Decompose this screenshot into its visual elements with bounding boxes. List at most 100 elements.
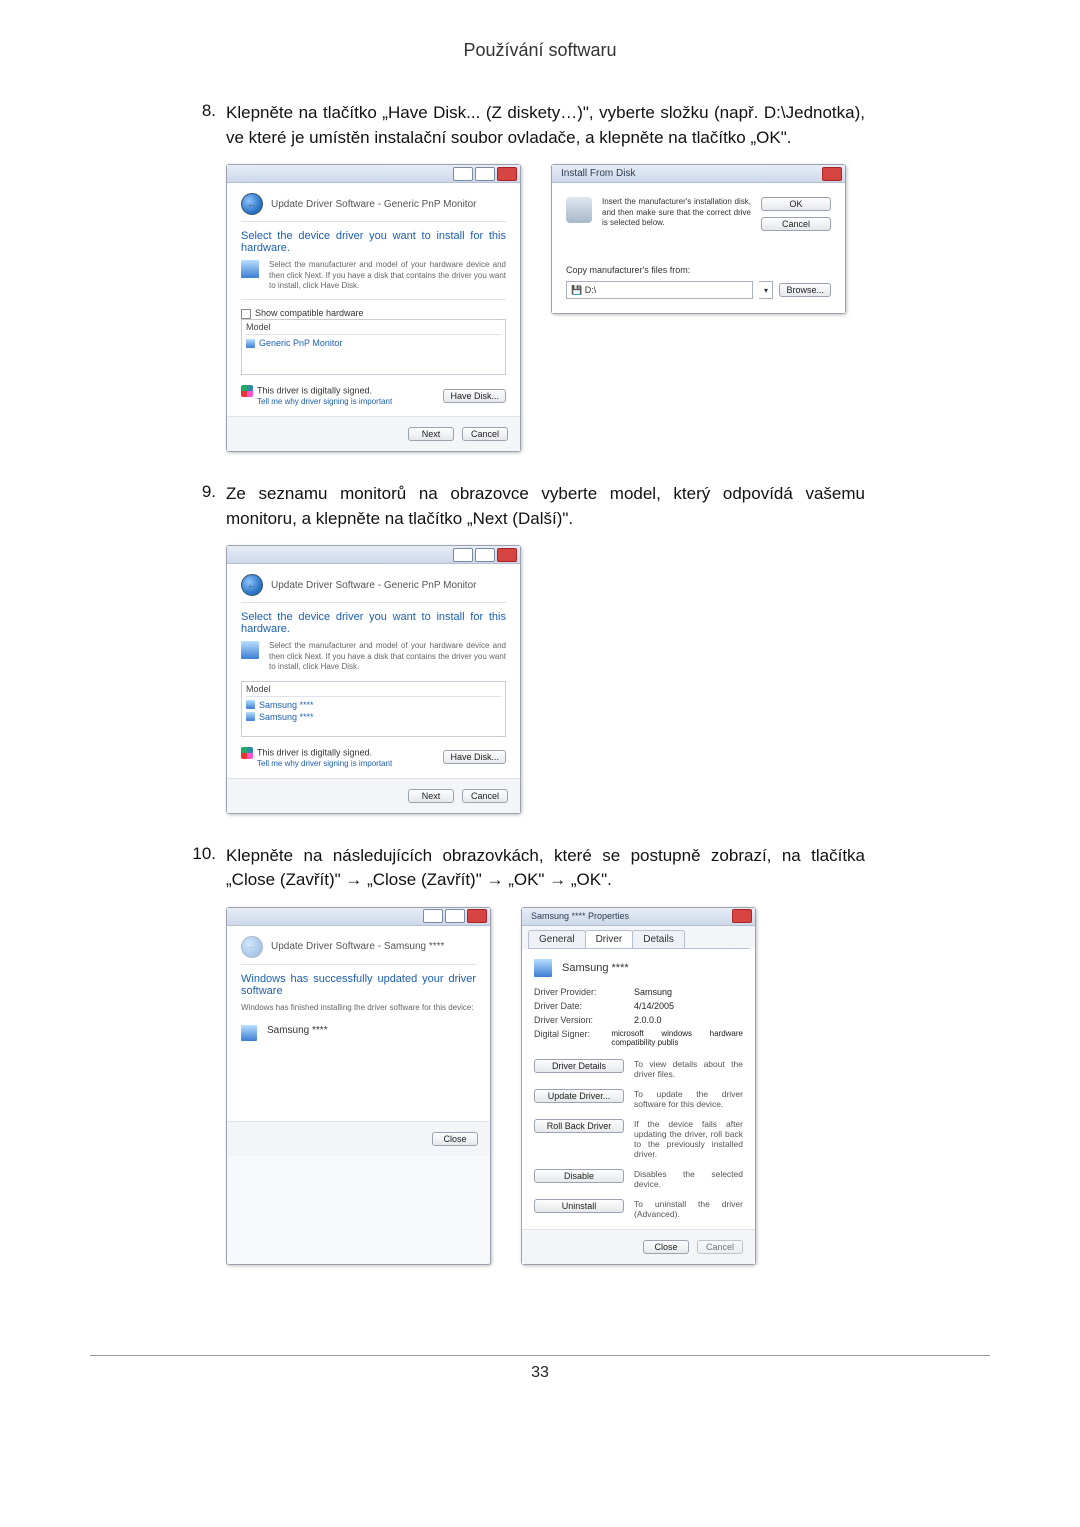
minimize-button[interactable] — [423, 909, 443, 923]
model-item-2[interactable]: Samsung **** — [246, 711, 501, 723]
have-disk-button[interactable]: Have Disk... — [443, 389, 506, 403]
section-title: Select the device driver you want to ins… — [241, 611, 506, 635]
device-name: Samsung **** — [562, 962, 629, 974]
signed-text: This driver is digitally signed. — [257, 385, 372, 395]
path-input[interactable]: 💾 D:\ — [566, 281, 753, 299]
shield-icon — [241, 747, 253, 759]
dialog-install-from-disk: Install From Disk Insert the manufacture… — [551, 164, 846, 314]
close-icon[interactable] — [732, 909, 752, 923]
v-signer: microsoft windows hardware compatibility… — [611, 1029, 743, 1047]
props-title: Samsung **** Properties — [525, 911, 629, 921]
model-header: Model — [246, 322, 501, 335]
k-signer: Digital Signer: — [534, 1029, 611, 1047]
tab-general[interactable]: General — [528, 930, 586, 948]
step-10-text: Klepněte na následujících obrazovkách, k… — [226, 844, 865, 893]
step-8-num: 8. — [190, 101, 226, 150]
driver-details-desc: To view details about the driver files. — [634, 1059, 743, 1079]
v-date: 4/14/2005 — [634, 1001, 674, 1011]
k-provider: Driver Provider: — [534, 987, 634, 997]
disk-icon — [566, 197, 592, 223]
copy-from-label: Copy manufacturer's files from: — [566, 265, 831, 275]
model-item-1[interactable]: Samsung **** — [246, 699, 501, 711]
step-10-num: 10. — [190, 844, 226, 893]
v-provider: Samsung — [634, 987, 672, 997]
step-9-text: Ze seznamu monitorů na obrazovce vyberte… — [226, 482, 865, 531]
done-text: Windows has finished installing the driv… — [241, 1003, 476, 1013]
show-compat-checkbox[interactable] — [241, 309, 251, 319]
tab-driver[interactable]: Driver — [585, 930, 634, 948]
minimize-button[interactable] — [453, 167, 473, 181]
tab-details[interactable]: Details — [632, 930, 685, 948]
driver-details-button[interactable]: Driver Details — [534, 1059, 624, 1073]
browse-button[interactable]: Browse... — [779, 283, 831, 297]
model-item[interactable]: Generic PnP Monitor — [246, 337, 501, 349]
help-text: Select the manufacturer and model of you… — [269, 260, 506, 291]
step-9-num: 9. — [190, 482, 226, 531]
uninstall-desc: To uninstall the driver (Advanced). — [634, 1199, 743, 1219]
step-8-text: Klepněte na tlačítko „Have Disk... (Z di… — [226, 101, 865, 150]
minimize-button[interactable] — [453, 548, 473, 562]
monitor-icon — [534, 959, 552, 977]
step-8: 8. Klepněte na tlačítko „Have Disk... (Z… — [190, 101, 865, 150]
v-version: 2.0.0.0 — [634, 1015, 662, 1025]
cancel-button[interactable]: Cancel — [697, 1240, 743, 1254]
back-icon: ← — [241, 936, 263, 958]
model-header: Model — [246, 684, 501, 697]
k-version: Driver Version: — [534, 1015, 634, 1025]
step-10: 10. Klepněte na následujících obrazovkác… — [190, 844, 865, 893]
why-signing-link[interactable]: Tell me why driver signing is important — [257, 759, 392, 768]
ifd-msg: Insert the manufacturer's installation d… — [602, 197, 751, 228]
device-name: Samsung **** — [267, 1025, 328, 1036]
back-icon[interactable]: ← — [241, 574, 263, 596]
dialog-device-properties: Samsung **** Properties General Driver D… — [521, 907, 756, 1265]
maximize-button[interactable] — [475, 167, 495, 181]
page-number: 33 — [90, 1355, 990, 1382]
cancel-button[interactable]: Cancel — [462, 789, 508, 803]
rollback-desc: If the device fails after updating the d… — [634, 1119, 743, 1159]
shield-icon — [241, 385, 253, 397]
dialog-path: Update Driver Software - Samsung **** — [271, 941, 444, 952]
cancel-button[interactable]: Cancel — [761, 217, 831, 231]
close-icon[interactable] — [467, 909, 487, 923]
close-icon[interactable] — [497, 548, 517, 562]
next-button[interactable]: Next — [408, 789, 454, 803]
ok-button[interactable]: OK — [761, 197, 831, 211]
have-disk-button[interactable]: Have Disk... — [443, 750, 506, 764]
monitor-icon — [241, 260, 259, 278]
page-title: Používání softwaru — [90, 40, 990, 61]
cancel-button[interactable]: Cancel — [462, 427, 508, 441]
disable-desc: Disables the selected device. — [634, 1169, 743, 1189]
close-icon[interactable] — [822, 167, 842, 181]
k-date: Driver Date: — [534, 1001, 634, 1011]
maximize-button[interactable] — [475, 548, 495, 562]
path-dropdown[interactable]: ▾ — [759, 281, 773, 299]
help-text: Select the manufacturer and model of you… — [269, 641, 506, 672]
section-title: Select the device driver you want to ins… — [241, 230, 506, 254]
dialog-select-driver: ← Update Driver Software - Generic PnP M… — [226, 164, 521, 452]
close-button[interactable]: Close — [643, 1240, 689, 1254]
model-listbox[interactable]: Model Generic PnP Monitor — [241, 319, 506, 375]
dialog-path: Update Driver Software - Generic PnP Mon… — [271, 199, 476, 210]
uninstall-button[interactable]: Uninstall — [534, 1199, 624, 1213]
monitor-icon — [241, 1025, 257, 1041]
close-icon[interactable] — [497, 167, 517, 181]
step-9: 9. Ze seznamu monitorů na obrazovce vybe… — [190, 482, 865, 531]
dialog-update-success: ← Update Driver Software - Samsung **** … — [226, 907, 491, 1265]
dialog-select-model: ← Update Driver Software - Generic PnP M… — [226, 545, 521, 813]
show-compat-label: Show compatible hardware — [255, 308, 364, 318]
back-icon[interactable]: ← — [241, 193, 263, 215]
model-listbox[interactable]: Model Samsung **** Samsung **** — [241, 681, 506, 737]
rollback-button[interactable]: Roll Back Driver — [534, 1119, 624, 1133]
next-button[interactable]: Next — [408, 427, 454, 441]
disable-button[interactable]: Disable — [534, 1169, 624, 1183]
monitor-icon — [241, 641, 259, 659]
close-button[interactable]: Close — [432, 1132, 478, 1146]
ifd-title: Install From Disk — [555, 168, 635, 179]
maximize-button[interactable] — [445, 909, 465, 923]
section-title: Windows has successfully updated your dr… — [241, 973, 476, 997]
update-driver-button[interactable]: Update Driver... — [534, 1089, 624, 1103]
why-signing-link[interactable]: Tell me why driver signing is important — [257, 397, 392, 406]
dialog-path: Update Driver Software - Generic PnP Mon… — [271, 580, 476, 591]
update-driver-desc: To update the driver software for this d… — [634, 1089, 743, 1109]
signed-text: This driver is digitally signed. — [257, 747, 372, 757]
